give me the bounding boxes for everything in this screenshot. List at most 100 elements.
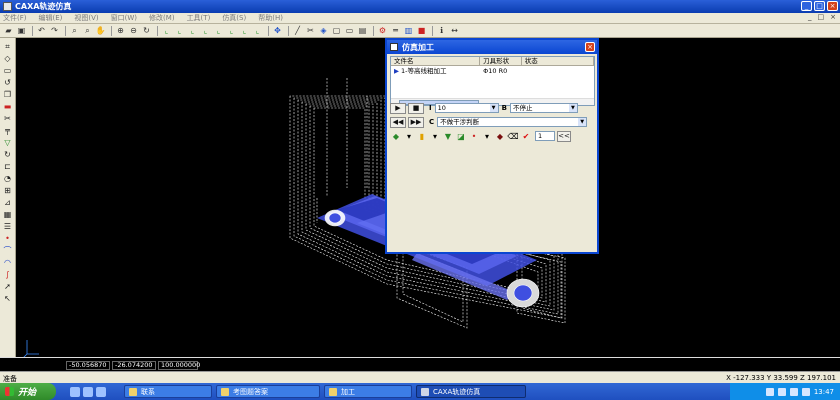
cut-icon[interactable]: ✂ bbox=[305, 26, 316, 36]
point-icon[interactable]: • bbox=[468, 131, 480, 142]
cube-icon[interactable]: ◈ bbox=[318, 26, 329, 36]
browser-icon[interactable] bbox=[70, 386, 80, 397]
start-button[interactable]: 开始 bbox=[0, 383, 56, 400]
checkmark-icon[interactable]: ✔ bbox=[520, 131, 532, 142]
open-icon[interactable]: ▰ bbox=[3, 26, 14, 36]
rotate-icon[interactable]: ↻ bbox=[2, 149, 13, 160]
security-icon[interactable] bbox=[789, 387, 798, 396]
dropdown-arrow-icon[interactable]: ▾ bbox=[481, 131, 493, 142]
input-method-icon[interactable] bbox=[801, 387, 810, 396]
dropdown-arrow-icon[interactable]: ▾ bbox=[403, 131, 415, 142]
menu-modify[interactable]: 修改(M) bbox=[149, 13, 175, 23]
solid-display-icon[interactable]: ◆ bbox=[390, 131, 402, 142]
curve-icon[interactable]: ∫ bbox=[2, 269, 13, 280]
align-icon[interactable]: ╤ bbox=[2, 125, 13, 136]
stock-icon[interactable]: ◪ bbox=[455, 131, 467, 142]
folder-icon[interactable] bbox=[83, 386, 93, 397]
menu-view[interactable]: 视图(V) bbox=[74, 13, 98, 23]
list-icon[interactable]: ☰ bbox=[2, 221, 13, 232]
media-icon[interactable] bbox=[96, 386, 106, 397]
line-icon[interactable]: ⌞ bbox=[200, 26, 211, 36]
filter-icon[interactable]: ▽ bbox=[2, 137, 13, 148]
collapse-button[interactable]: << bbox=[557, 130, 571, 142]
redo-icon[interactable]: ↷ bbox=[49, 26, 60, 36]
collision-mode-select[interactable]: 不做干涉判断 ▼ bbox=[437, 117, 588, 127]
doc-maximize-button[interactable]: □ bbox=[818, 13, 825, 21]
line-icon[interactable]: ⌞ bbox=[213, 26, 224, 36]
zoom-out-icon[interactable]: ⌕ bbox=[82, 26, 93, 36]
edge-icon[interactable]: ⊿ bbox=[2, 197, 13, 208]
line-icon[interactable]: ⌞ bbox=[187, 26, 198, 36]
menu-help[interactable]: 帮助(H) bbox=[258, 13, 283, 23]
dialog-titlebar[interactable]: 仿真加工 bbox=[387, 40, 597, 54]
panel-icon[interactable]: ▤ bbox=[357, 26, 368, 36]
move-icon[interactable]: ✥ bbox=[272, 26, 283, 36]
info-icon[interactable]: ℹ bbox=[436, 26, 447, 36]
box-icon[interactable]: ▢ bbox=[331, 26, 342, 36]
rotate-icon[interactable]: ↺ bbox=[2, 77, 13, 88]
speed-select[interactable]: 10 ▼ bbox=[434, 103, 499, 113]
box-icon[interactable]: ⊞ bbox=[2, 185, 13, 196]
stop-button[interactable]: ■ bbox=[408, 102, 424, 114]
minimize-button[interactable]: _ bbox=[801, 1, 812, 11]
list-item[interactable]: ▶ 1-等高线粗加工 Φ10 R0 bbox=[391, 66, 594, 76]
taskbar-item-answers[interactable]: 考图题答案 bbox=[216, 385, 320, 398]
line-icon[interactable]: ⌞ bbox=[161, 26, 172, 36]
line-icon[interactable]: ╱ bbox=[292, 26, 303, 36]
crop-icon[interactable]: ⌗ bbox=[2, 41, 13, 52]
simulate-icon[interactable]: ■ bbox=[416, 26, 427, 36]
play-button[interactable]: ▶ bbox=[390, 102, 406, 114]
menu-file[interactable]: 文件(F) bbox=[3, 13, 27, 23]
column-filename[interactable]: 文件名 bbox=[391, 57, 481, 65]
ruler-icon[interactable]: ▥ bbox=[403, 26, 414, 36]
cube-icon[interactable]: ◆ bbox=[494, 131, 506, 142]
pan-icon[interactable]: ✋ bbox=[95, 26, 106, 36]
zoom-window-icon[interactable]: ⊖ bbox=[128, 26, 139, 36]
eraser-icon[interactable]: ⌫ bbox=[507, 131, 519, 142]
menu-window[interactable]: 窗口(W) bbox=[111, 13, 137, 23]
measure-icon[interactable]: ═ bbox=[390, 26, 401, 36]
tool-display-icon[interactable]: ▮ bbox=[416, 131, 428, 142]
funnel-icon[interactable]: ▼ bbox=[442, 131, 454, 142]
window-icon[interactable]: ▭ bbox=[344, 26, 355, 36]
dropdown-arrow-icon[interactable]: ▾ bbox=[429, 131, 441, 142]
grid-icon[interactable]: ▦ bbox=[2, 209, 13, 220]
menu-simulate[interactable]: 仿真(S) bbox=[222, 13, 246, 23]
menu-tools[interactable]: 工具(T) bbox=[187, 13, 211, 23]
maximize-button[interactable]: □ bbox=[814, 1, 825, 11]
line-icon[interactable]: ⌞ bbox=[252, 26, 263, 36]
select-icon[interactable]: ◇ bbox=[2, 53, 13, 64]
clock[interactable]: 13:47 bbox=[814, 388, 834, 396]
line-icon[interactable]: ⌞ bbox=[174, 26, 185, 36]
rect-icon[interactable]: ▭ bbox=[2, 65, 13, 76]
cut-icon[interactable]: ✂ bbox=[2, 113, 13, 124]
close-button[interactable]: × bbox=[827, 1, 838, 11]
dialog-close-button[interactable]: × bbox=[585, 42, 595, 52]
cursor-icon[interactable]: ↖ bbox=[2, 293, 13, 304]
copy-icon[interactable]: ❐ bbox=[2, 89, 13, 100]
ruler-icon[interactable]: ↔ bbox=[449, 26, 460, 36]
stop-mode-select[interactable]: 不停止 ▼ bbox=[509, 103, 578, 113]
column-tool-shape[interactable]: 刀具形状 bbox=[480, 57, 522, 65]
delete-icon[interactable]: ▬ bbox=[2, 101, 13, 112]
arrow-icon[interactable]: ➚ bbox=[2, 281, 13, 292]
point-icon[interactable]: • bbox=[2, 233, 13, 244]
save-icon[interactable]: ▣ bbox=[16, 26, 27, 36]
volume-icon[interactable] bbox=[777, 387, 786, 396]
refresh-icon[interactable]: ↻ bbox=[141, 26, 152, 36]
tool-icon[interactable]: ⚙ bbox=[377, 26, 388, 36]
taskbar-item-lianxi[interactable]: 联系 bbox=[124, 385, 212, 398]
offset-icon[interactable]: ⊏ bbox=[2, 161, 13, 172]
doc-close-button[interactable]: × bbox=[830, 13, 836, 21]
zoom-icon[interactable]: ⌕ bbox=[69, 26, 80, 36]
rewind-button[interactable]: ◀◀ bbox=[390, 116, 406, 128]
undo-icon[interactable]: ↶ bbox=[36, 26, 47, 36]
taskbar-item-machining[interactable]: 加工 bbox=[324, 385, 412, 398]
arc-icon[interactable]: ⌒ bbox=[2, 245, 13, 256]
doc-minimize-button[interactable]: _ bbox=[808, 13, 812, 21]
line-icon[interactable]: ⌞ bbox=[239, 26, 250, 36]
menu-edit[interactable]: 编辑(E) bbox=[39, 13, 63, 23]
arc-icon[interactable]: ◠ bbox=[2, 257, 13, 268]
zoom-in-icon[interactable]: ⊕ bbox=[115, 26, 126, 36]
network-icon[interactable] bbox=[765, 387, 774, 396]
